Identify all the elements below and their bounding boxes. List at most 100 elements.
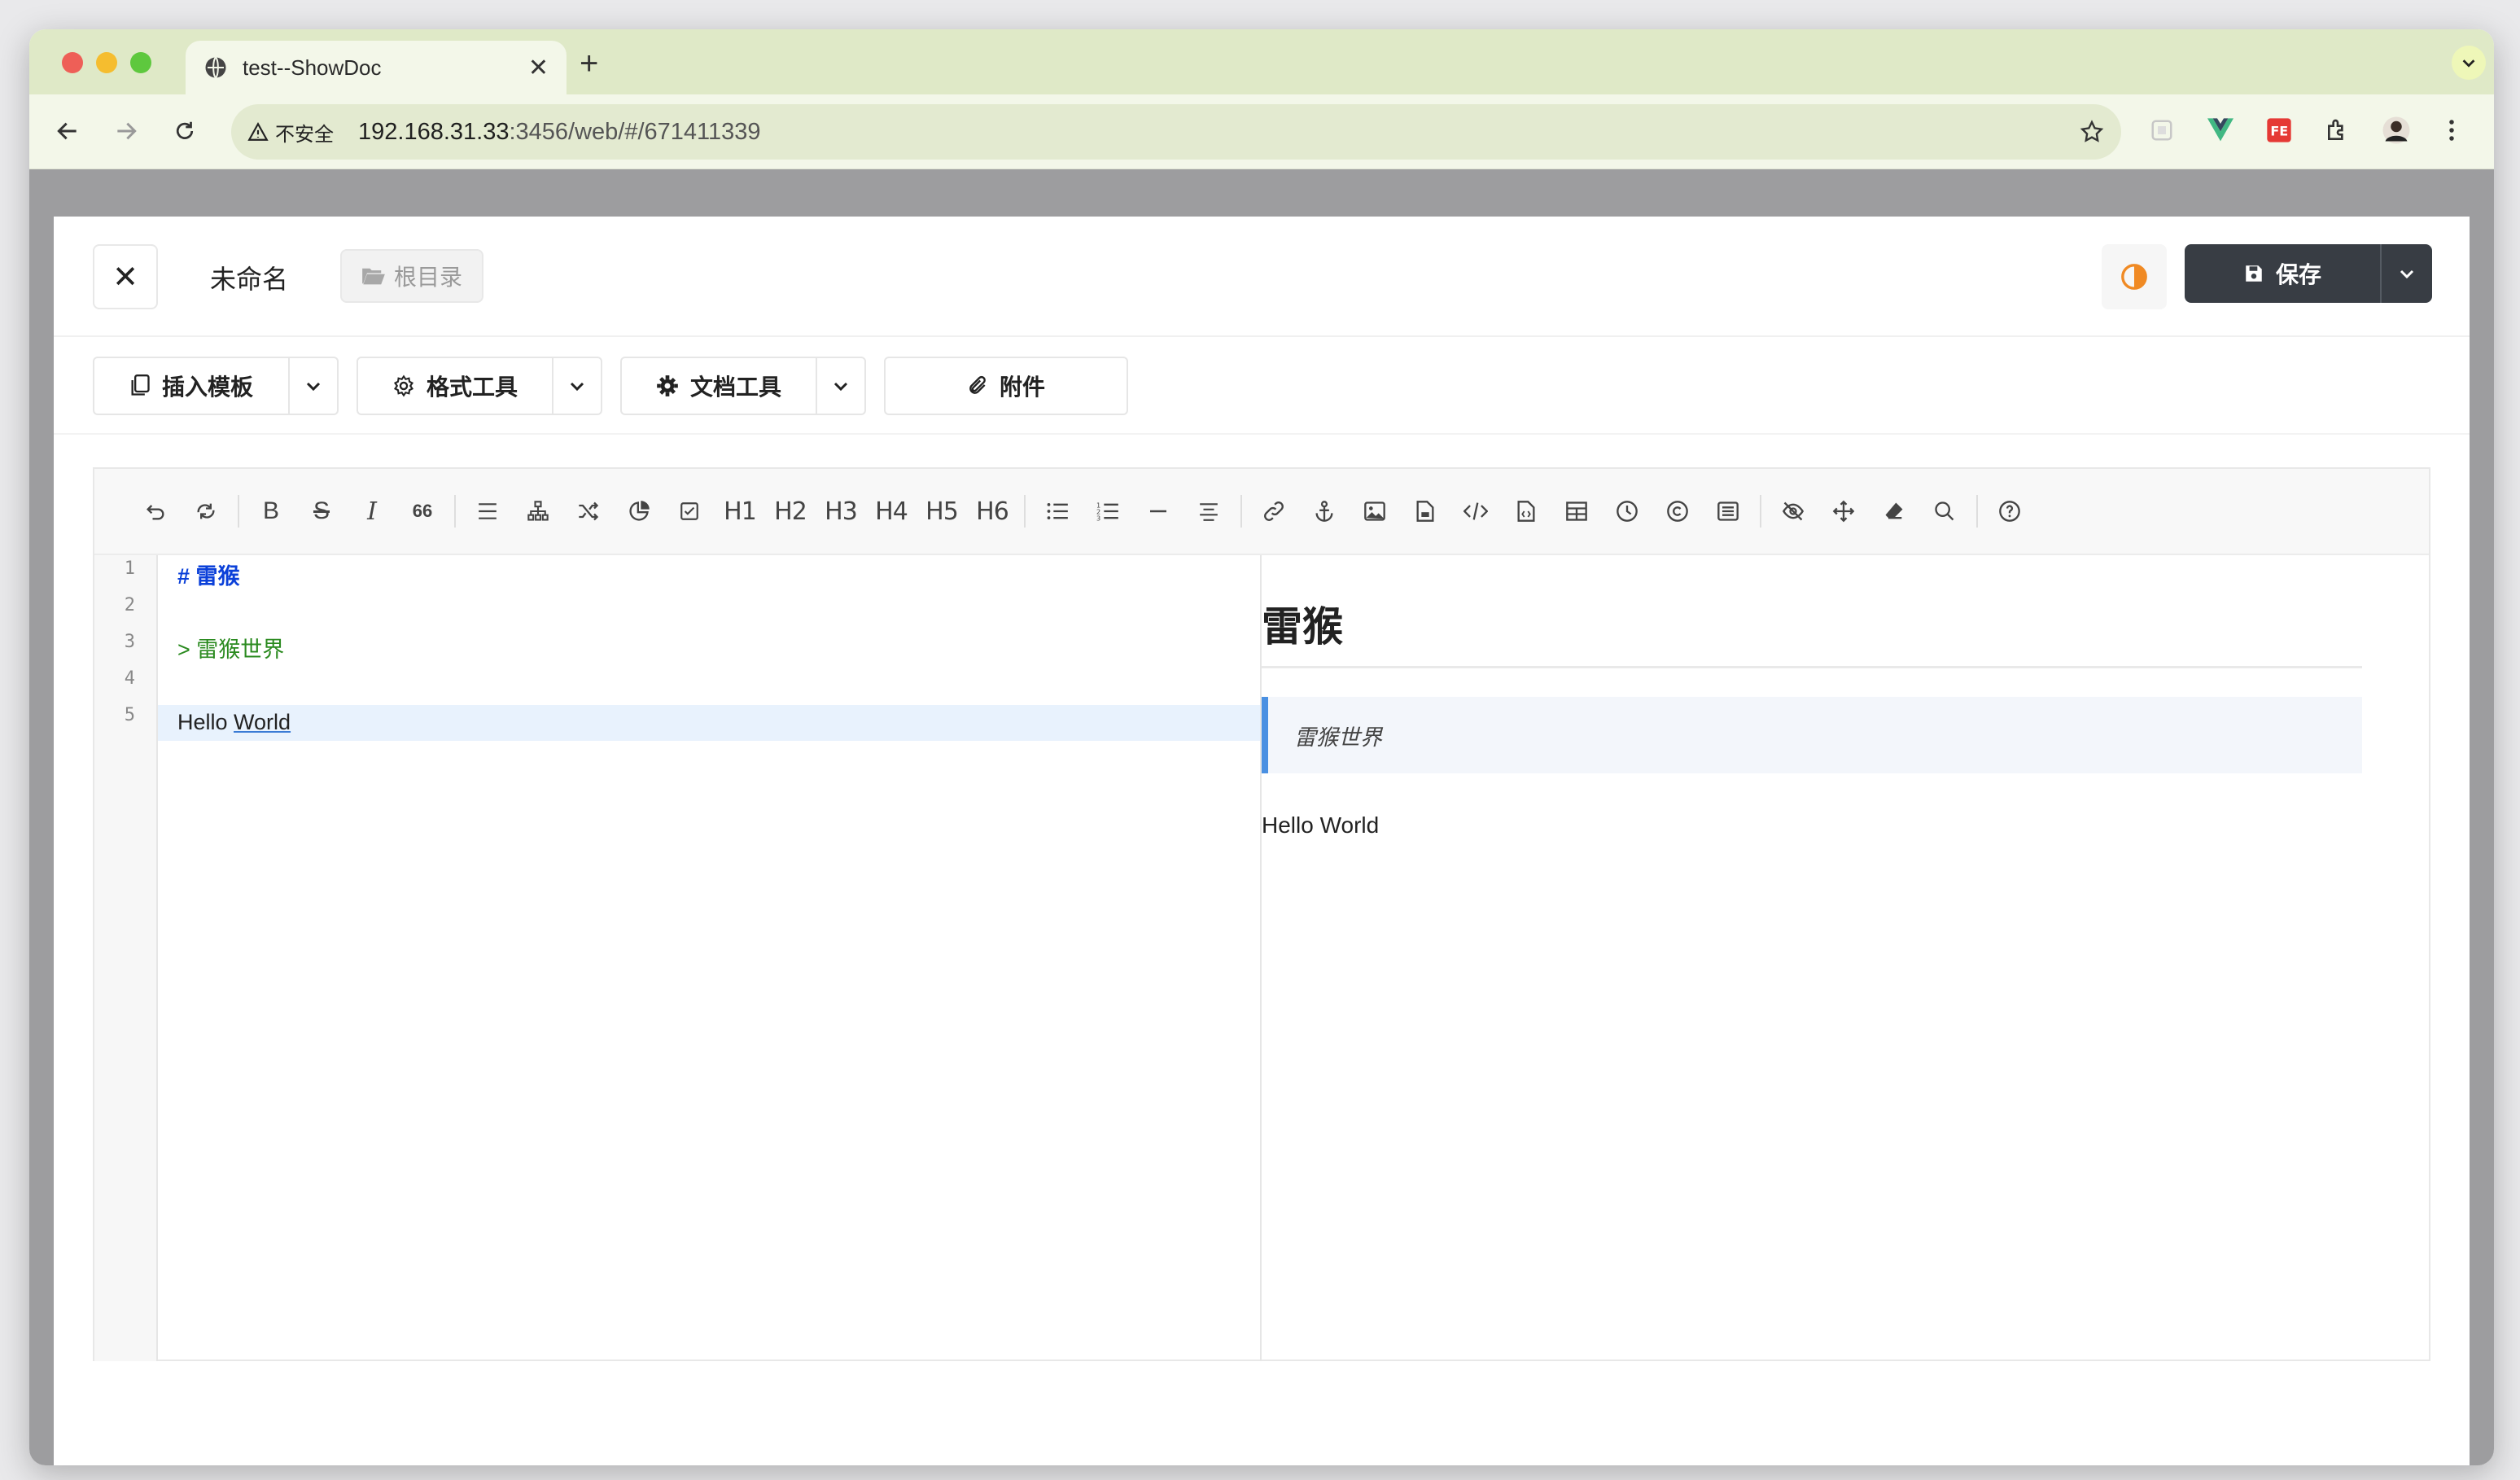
heading-3-icon[interactable]: H3 — [816, 486, 866, 536]
quote-icon[interactable]: 66 — [397, 486, 448, 536]
ordered-list-icon[interactable]: 123 — [1083, 486, 1133, 536]
tab-close-icon[interactable]: ✕ — [528, 54, 549, 82]
strikethrough-icon[interactable]: S — [296, 486, 347, 536]
address-bar[interactable]: 不安全 192.168.31.33:3456/web/#/671411339 — [231, 104, 2121, 160]
bold-icon[interactable]: B — [246, 486, 296, 536]
close-window-button[interactable] — [62, 52, 83, 73]
file-icon[interactable] — [1400, 486, 1450, 536]
insert-template-label: 插入模板 — [161, 374, 253, 400]
format-tools-button[interactable]: 格式工具 — [358, 358, 552, 414]
chevron-down-icon — [2462, 59, 2475, 68]
save-dropdown-button[interactable] — [2382, 244, 2432, 303]
extensions-puzzle-icon[interactable] — [2321, 114, 2354, 147]
line-number: 2 — [124, 595, 135, 615]
vue-devtools-icon[interactable] — [2204, 114, 2237, 147]
page-break-icon[interactable] — [1703, 486, 1753, 536]
doc-tools-dropdown[interactable] — [816, 358, 864, 414]
checkbox-icon[interactable] — [664, 486, 715, 536]
italic-icon[interactable]: I — [347, 486, 397, 536]
folder-label: 根目录 — [394, 265, 463, 290]
paperclip-icon — [969, 375, 986, 394]
line-number: 5 — [124, 705, 135, 725]
code-file-icon[interactable] — [1501, 486, 1551, 536]
eye-hidden-icon[interactable] — [1768, 486, 1818, 536]
heading-5-icon[interactable]: H5 — [917, 486, 967, 536]
browser-tab[interactable]: test--ShowDoc ✕ — [186, 41, 567, 94]
attachment-group: 附件 — [884, 357, 1128, 415]
reload-icon — [176, 121, 194, 139]
bookmark-star-icon[interactable] — [2079, 119, 2105, 145]
browser-toolbar: 不安全 192.168.31.33:3456/web/#/671411339 F… — [29, 94, 2494, 169]
insert-template-button[interactable]: 插入模板 — [94, 358, 288, 414]
horizontal-rule-icon[interactable] — [1133, 486, 1183, 536]
heading-6-icon[interactable]: H6 — [967, 486, 1017, 536]
toolbar-divider — [1240, 495, 1242, 528]
image-icon[interactable] — [1350, 486, 1400, 536]
code-icon[interactable] — [1450, 486, 1501, 536]
heading-1-icon[interactable]: H1 — [715, 486, 765, 536]
save-disk-icon — [2246, 265, 2262, 282]
redo-icon[interactable] — [181, 486, 231, 536]
move-arrows-icon[interactable] — [1818, 486, 1869, 536]
tab-search-button[interactable] — [2452, 46, 2486, 80]
fe-helper-icon[interactable]: FE — [2263, 114, 2295, 147]
attachment-button[interactable]: 附件 — [886, 358, 1127, 414]
chart-icon[interactable] — [614, 486, 664, 536]
active-line-highlight — [158, 705, 1260, 741]
attachment-label: 附件 — [999, 374, 1045, 400]
save-button-group: 保存 — [2185, 244, 2432, 303]
undo-icon[interactable] — [130, 486, 181, 536]
profile-avatar-icon[interactable] — [2380, 114, 2413, 147]
chevron-down-icon — [306, 382, 321, 392]
svg-text:FE: FE — [2270, 124, 2288, 139]
align-icon[interactable] — [462, 486, 513, 536]
toolbar-divider — [454, 495, 456, 528]
new-tab-button[interactable]: + — [580, 46, 598, 82]
insert-template-dropdown[interactable] — [288, 358, 337, 414]
search-icon[interactable] — [1919, 486, 1970, 536]
code-editor[interactable]: # 雷猴 > 雷猴世界 Hello World — [158, 555, 1260, 1361]
editor-toolbar: B S I 66 H1 H2 H3 H4 H5 H6 1 2 3 — [94, 469, 2429, 555]
quote-icon-text: 66 — [412, 501, 433, 521]
help-icon[interactable] — [1984, 486, 2035, 536]
format-tools-dropdown[interactable] — [552, 358, 601, 414]
code-text-world: World — [234, 710, 291, 734]
save-label: 保存 — [2275, 262, 2321, 287]
minimize-window-button[interactable] — [96, 52, 117, 73]
preview-heading-rule — [1262, 666, 2362, 668]
bullet-list-icon[interactable] — [1032, 486, 1083, 536]
clock-icon[interactable] — [1602, 486, 1652, 536]
folder-select-button[interactable]: 根目录 — [340, 249, 484, 303]
chevron-down-icon — [833, 382, 848, 392]
mindmap-icon[interactable] — [513, 486, 563, 536]
heading-4-icon[interactable]: H4 — [866, 486, 917, 536]
forward-arrow-icon — [117, 122, 137, 140]
preview-blockquote: 雷猴世界 — [1262, 697, 2362, 773]
reload-button[interactable] — [166, 112, 203, 150]
forward-button[interactable] — [107, 112, 145, 150]
tab-title: test--ShowDoc — [243, 55, 382, 80]
anchor-icon[interactable] — [1299, 486, 1350, 536]
insecure-label: 不安全 — [275, 123, 334, 146]
heading-2-icon[interactable]: H2 — [765, 486, 816, 536]
extension-1-icon[interactable] — [2146, 114, 2178, 147]
copy-icon — [131, 374, 150, 396]
table-icon[interactable] — [1551, 486, 1602, 536]
doc-tools-button[interactable]: 文档工具 — [622, 358, 816, 414]
link-icon[interactable] — [1249, 486, 1299, 536]
browser-menu-icon[interactable] — [2435, 114, 2468, 147]
eraser-icon[interactable] — [1869, 486, 1919, 536]
save-button[interactable]: 保存 — [2185, 244, 2382, 303]
copyright-icon[interactable] — [1652, 486, 1703, 536]
close-editor-button[interactable]: ✕ — [93, 244, 158, 309]
align-center-icon[interactable] — [1183, 486, 1234, 536]
code-line-quote: > 雷猴世界 — [177, 637, 285, 662]
security-indicator[interactable]: 不安全 — [247, 118, 334, 147]
back-button[interactable] — [49, 112, 86, 150]
doc-title[interactable]: 未命名 — [210, 259, 288, 296]
theme-toggle-button[interactable] — [2102, 244, 2167, 309]
dialog-header: ✕ 未命名 根目录 保存 — [54, 217, 2470, 337]
maximize-window-button[interactable] — [130, 52, 151, 73]
shuffle-icon[interactable] — [563, 486, 614, 536]
preview-heading: 雷猴 — [1262, 604, 1343, 650]
